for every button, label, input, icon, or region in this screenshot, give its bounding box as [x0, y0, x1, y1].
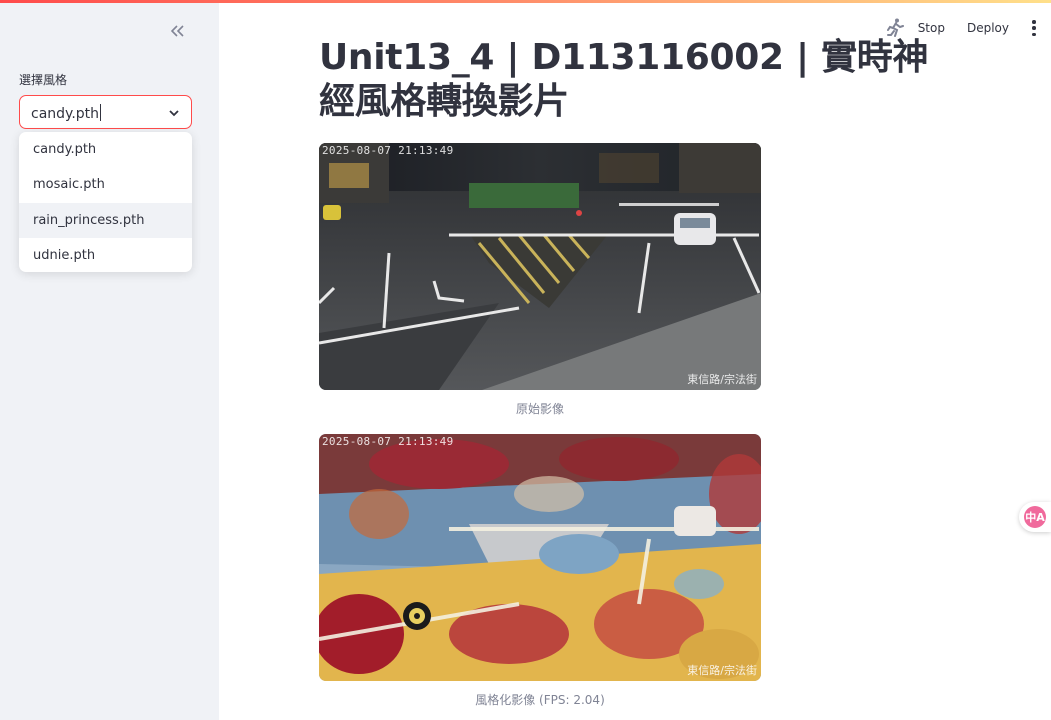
style-select-value[interactable]: candy.pth	[31, 104, 102, 122]
deploy-button[interactable]: Deploy	[967, 21, 1009, 35]
translate-icon: 中A	[1024, 506, 1046, 528]
video-timestamp: 2025-08-07 21:13:49	[322, 435, 454, 448]
dot-icon	[1032, 26, 1036, 30]
main-menu-button[interactable]	[1031, 20, 1037, 36]
street-camera-image	[319, 143, 761, 390]
video-location-label: 東信路/宗法街	[687, 373, 757, 386]
stylized-street-image	[319, 434, 761, 681]
stop-button[interactable]: Stop	[918, 21, 945, 35]
page-title: Unit13_4 | D113116002 | 實時神經風格轉換影片	[319, 37, 929, 122]
translate-extension-button[interactable]: 中A	[1019, 502, 1051, 532]
chevron-down-icon[interactable]	[167, 106, 181, 120]
text-cursor	[100, 104, 102, 121]
style-select[interactable]: candy.pth	[19, 95, 192, 129]
dropdown-option-mosaic[interactable]: mosaic.pth	[19, 167, 192, 202]
styled-image-caption: 風格化影像 (FPS: 2.04)	[475, 693, 605, 707]
video-location-label: 東信路/宗法街	[687, 664, 757, 677]
dot-icon	[1032, 32, 1036, 36]
double-chevron-left-icon	[171, 25, 184, 37]
original-image-caption: 原始影像	[515, 402, 564, 416]
style-select-label: 選擇風格	[19, 73, 68, 87]
dropdown-option-udnie[interactable]: udnie.pth	[19, 238, 192, 272]
dropdown-option-rain-princess[interactable]: rain_princess.pth	[19, 202, 192, 238]
original-video-frame: 2025-08-07 21:13:49 東信路/宗法街	[319, 143, 761, 390]
collapse-sidebar-button[interactable]	[166, 19, 190, 43]
style-dropdown-menu: candy.pth mosaic.pth rain_princess.pth u…	[19, 132, 192, 272]
sidebar: 選擇風格 candy.pth candy.pth mosaic.pth rain…	[0, 3, 219, 720]
styled-video-frame: 2025-08-07 21:13:49 東信路/宗法街	[319, 434, 761, 681]
dropdown-option-candy[interactable]: candy.pth	[19, 132, 192, 167]
video-timestamp: 2025-08-07 21:13:49	[322, 144, 454, 157]
dot-icon	[1032, 20, 1036, 24]
